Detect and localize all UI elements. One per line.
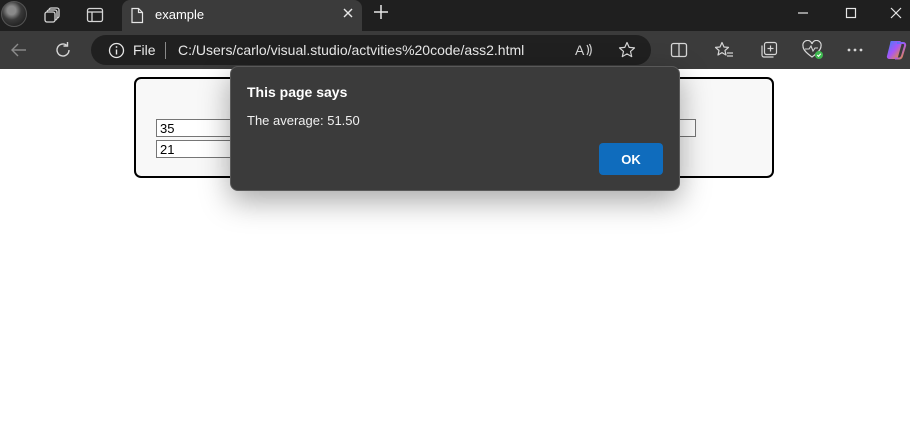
- star-icon[interactable]: [616, 40, 638, 60]
- minimize-icon[interactable]: [785, 2, 821, 24]
- scheme-label: File: [133, 42, 156, 58]
- heart-pulse-icon[interactable]: [801, 39, 825, 61]
- back-arrow-icon[interactable]: [7, 39, 31, 61]
- tab-title: example: [155, 7, 205, 22]
- browser-toolbar: File C:/Users/carlo/visual.studio/actvit…: [0, 31, 910, 69]
- address-bar[interactable]: File C:/Users/carlo/visual.studio/actvit…: [91, 35, 651, 65]
- profile-avatar[interactable]: [1, 1, 27, 27]
- workspaces-icon[interactable]: [42, 5, 64, 25]
- alert-dialog: This page says The average: 51.50 OK: [230, 66, 680, 191]
- ok-button[interactable]: OK: [599, 143, 663, 175]
- close-icon[interactable]: [342, 6, 354, 22]
- url-text[interactable]: C:/Users/carlo/visual.studio/actvities%2…: [178, 42, 524, 58]
- dialog-title: This page says: [247, 84, 348, 100]
- dialog-message: The average: 51.50: [247, 113, 360, 128]
- maximize-icon[interactable]: [833, 2, 869, 24]
- info-icon[interactable]: [108, 42, 125, 64]
- number-input-2[interactable]: [156, 140, 232, 158]
- read-aloud-icon[interactable]: A: [573, 40, 595, 60]
- plus-icon[interactable]: [372, 3, 390, 25]
- tab-actions-icon[interactable]: [84, 5, 106, 25]
- window-close-icon[interactable]: [878, 2, 910, 24]
- number-input-1[interactable]: [156, 119, 232, 137]
- tab-example[interactable]: example: [122, 0, 362, 31]
- refresh-icon[interactable]: [51, 39, 75, 61]
- more-icon[interactable]: [843, 39, 867, 61]
- file-icon: [130, 7, 144, 29]
- title-bar: example: [0, 0, 910, 31]
- collections-icon[interactable]: [757, 39, 781, 61]
- svg-text:A: A: [575, 42, 585, 58]
- favorites-icon[interactable]: [712, 39, 736, 61]
- copilot-icon[interactable]: [884, 39, 908, 61]
- split-screen-icon[interactable]: [667, 39, 691, 61]
- address-divider: [165, 42, 166, 59]
